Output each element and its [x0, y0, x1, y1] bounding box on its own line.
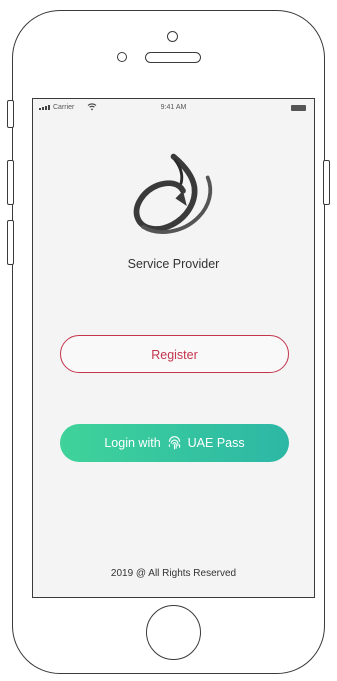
status-time: 9:41 AM [160, 104, 187, 111]
battery-icon [291, 105, 306, 111]
front-camera [167, 31, 178, 42]
power-button [323, 160, 330, 205]
mute-switch [7, 100, 14, 128]
copyright-footer: 2019 @ All Rights Reserved [110, 568, 237, 579]
login-uae-pass-button[interactable]: Login with UAE Pass [60, 424, 289, 462]
login-brand-label: UAE Pass [187, 436, 245, 450]
home-button[interactable] [146, 605, 201, 660]
volume-up-button [7, 160, 14, 205]
fingerprint-icon [168, 435, 180, 449]
app-screen: Carrier 9:41 AM Service Provider Registe… [32, 98, 315, 598]
volume-down-button [7, 220, 14, 265]
login-prefix-label: Login with [104, 436, 161, 450]
status-bar: Carrier 9:41 AM [33, 99, 314, 117]
proximity-sensor [117, 52, 127, 62]
earpiece-speaker [145, 52, 201, 63]
swirl-logo-icon [133, 153, 213, 234]
app-title: Service Provider [127, 257, 220, 271]
register-button[interactable]: Register [60, 335, 289, 373]
